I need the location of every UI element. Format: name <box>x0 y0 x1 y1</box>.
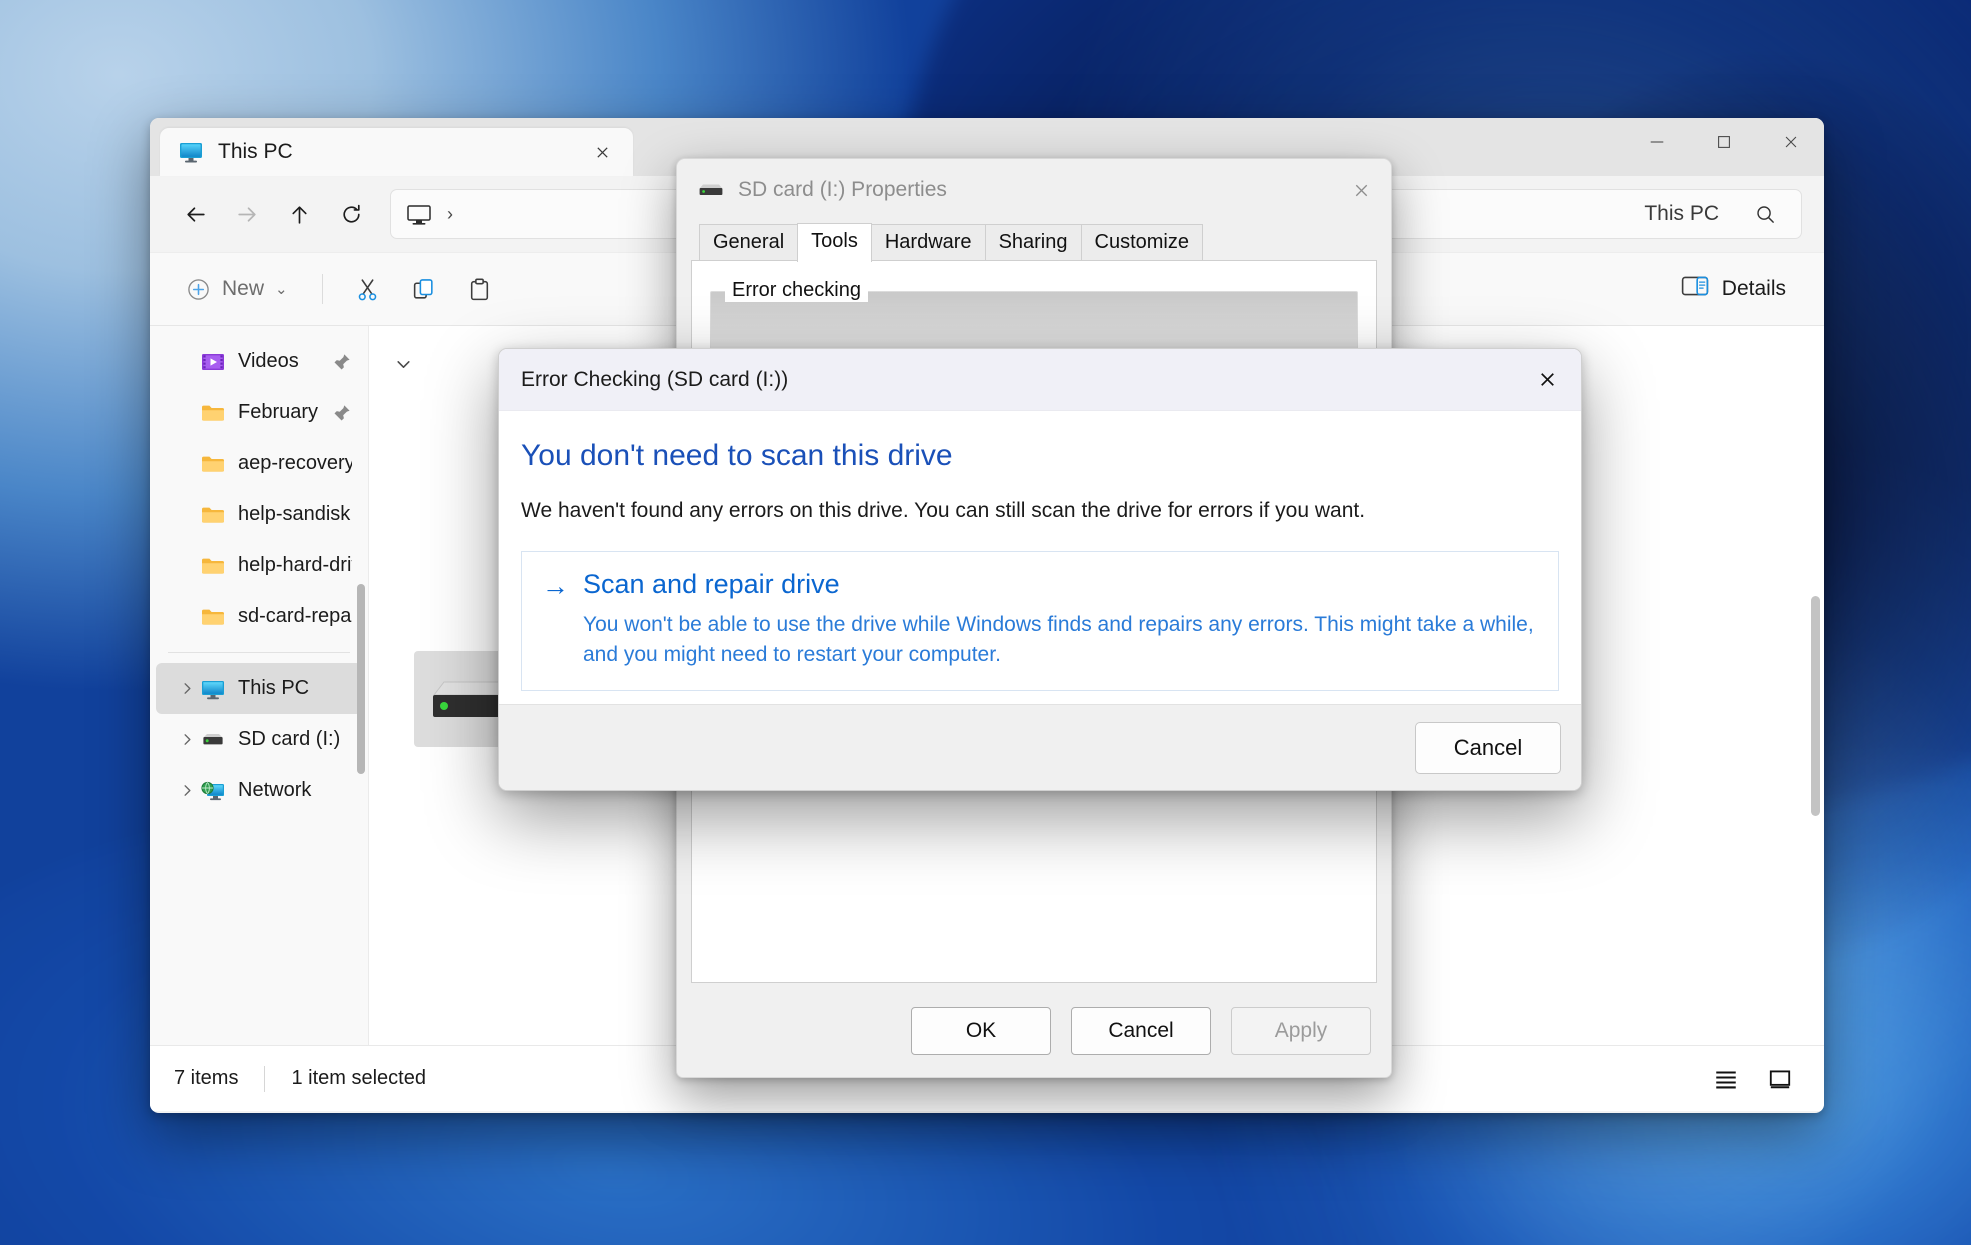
sidebar-scrollbar[interactable] <box>357 584 365 774</box>
properties-title: SD card (I:) Properties <box>738 178 947 201</box>
content-scrollbar[interactable] <box>1811 596 1820 816</box>
error-checking-dialog: Error Checking (SD card (I:)) You don't … <box>498 348 1582 791</box>
refresh-button[interactable] <box>328 191 374 237</box>
minimize-button[interactable] <box>1623 118 1690 166</box>
details-pane-button[interactable]: Details <box>1665 266 1802 312</box>
details-view-icon[interactable] <box>1760 1061 1800 1097</box>
item-count: 7 items <box>174 1067 239 1089</box>
ok-button[interactable]: OK <box>911 1007 1051 1055</box>
tab-hardware[interactable]: Hardware <box>870 224 986 261</box>
address-this-pc-icon <box>405 200 433 228</box>
drive-icon <box>200 727 226 753</box>
folder-icon <box>200 553 226 579</box>
search-icon[interactable] <box>1743 192 1787 236</box>
properties-close-icon[interactable] <box>1331 167 1391 213</box>
sidebar-item-help-sandisk[interactable]: help-sandisk <box>156 489 362 540</box>
details-pane-label: Details <box>1721 277 1786 300</box>
error-checking-titlebar: Error Checking (SD card (I:)) <box>499 349 1581 411</box>
error-checking-subtext: We haven't found any errors on this driv… <box>521 499 1366 522</box>
sidebar-item-label: sd-card-repair <box>238 605 352 627</box>
back-button[interactable] <box>172 191 218 237</box>
error-checking-title: Error Checking (SD card (I:)) <box>521 367 789 391</box>
pin-icon[interactable] <box>332 352 352 372</box>
group-collapse-chevron-icon[interactable] <box>395 356 412 379</box>
expand-chevron-icon[interactable] <box>174 732 200 747</box>
expand-chevron-icon[interactable] <box>174 681 200 696</box>
pin-icon[interactable] <box>332 403 352 423</box>
sidebar-item-label: help-hard-drive <box>238 554 352 576</box>
sidebar-item-february[interactable]: February <box>156 387 362 438</box>
properties-titlebar: SD card (I:) Properties <box>677 159 1391 221</box>
scan-and-repair-action[interactable]: → Scan and repair drive You won't be abl… <box>521 551 1559 691</box>
folder-icon <box>200 502 226 528</box>
sidebar-item-label: February <box>238 401 319 423</box>
sidebar-item-this-pc[interactable]: This PC <box>156 663 362 714</box>
this-pc-icon <box>200 676 226 702</box>
sidebar-item-help-hard-drive[interactable]: help-hard-drive <box>156 540 362 591</box>
tab-close-icon[interactable] <box>585 135 619 169</box>
sidebar-item-videos[interactable]: Videos <box>156 336 362 387</box>
this-pc-icon <box>178 139 204 165</box>
sidebar-item-sd-card[interactable]: SD card (I:) <box>156 714 362 765</box>
error-checking-close-icon[interactable] <box>1513 349 1581 411</box>
sidebar-item-label: help-sandisk <box>238 503 351 525</box>
sidebar-item-sd-card-repair[interactable]: sd-card-repair <box>156 591 362 642</box>
view-toggle-group <box>1706 1061 1800 1097</box>
window-controls <box>1623 118 1824 166</box>
scan-and-repair-link[interactable]: Scan and repair drive <box>583 569 1536 600</box>
breadcrumb-chevron-icon[interactable]: › <box>447 204 453 225</box>
status-divider <box>264 1065 266 1092</box>
folder-icon <box>200 400 226 426</box>
scan-and-repair-description: You won't be able to use the drive while… <box>583 613 1534 666</box>
apply-button[interactable]: Apply <box>1231 1007 1371 1055</box>
paste-icon[interactable] <box>455 266 505 312</box>
selection-count: 1 item selected <box>291 1067 426 1089</box>
cut-icon[interactable] <box>343 266 393 312</box>
sidebar-item-label: This PC <box>238 677 310 699</box>
error-checking-cancel-button[interactable]: Cancel <box>1415 721 1561 774</box>
tab-tools[interactable]: Tools <box>797 223 872 262</box>
folder-icon <box>200 604 226 630</box>
chevron-down-icon[interactable]: ⌄ <box>275 280 288 298</box>
properties-tabstrip: General Tools Hardware Sharing Customize <box>677 221 1391 262</box>
scan-and-repair-text-block: Scan and repair drive You won't be able … <box>583 569 1536 670</box>
error-checking-footer: Cancel <box>499 704 1581 790</box>
sidebar-item-label: aep-recovery <box>238 452 352 474</box>
details-pane-icon <box>1681 274 1709 304</box>
forward-button[interactable] <box>224 191 270 237</box>
properties-footer: OK Cancel Apply <box>677 985 1391 1077</box>
sidebar-item-label: Videos <box>238 350 299 372</box>
arrow-right-icon: → <box>542 571 569 601</box>
new-button[interactable]: New ⌄ <box>172 266 302 312</box>
error-checking-heading: You don't need to scan this drive <box>521 439 953 472</box>
list-view-icon[interactable] <box>1706 1061 1746 1097</box>
network-icon <box>200 778 226 804</box>
drive-icon <box>697 180 725 200</box>
error-checking-body: You don't need to scan this drive We hav… <box>499 411 1581 691</box>
maximize-button[interactable] <box>1690 118 1757 166</box>
explorer-tab-this-pc[interactable]: This PC <box>160 128 633 176</box>
tab-customize[interactable]: Customize <box>1080 224 1203 261</box>
sidebar-item-network[interactable]: Network <box>156 765 362 816</box>
navigation-pane: Videos February aep-recovery help-sandis… <box>150 326 368 1045</box>
sidebar-item-aep-recovery[interactable]: aep-recovery <box>156 438 362 489</box>
sidebar-item-label: SD card (I:) <box>238 728 341 750</box>
new-button-label: New <box>222 277 265 300</box>
expand-chevron-icon[interactable] <box>174 783 200 798</box>
sidebar-divider <box>168 652 350 653</box>
properties-cancel-button[interactable]: Cancel <box>1071 1007 1211 1055</box>
videos-folder-icon <box>200 349 226 375</box>
up-button[interactable] <box>276 191 322 237</box>
close-button[interactable] <box>1757 118 1824 166</box>
tab-general[interactable]: General <box>699 224 799 261</box>
folder-icon <box>200 451 226 477</box>
error-checking-legend: Error checking <box>725 279 868 302</box>
toolbar-divider <box>321 274 323 304</box>
explorer-tab-label: This PC <box>218 140 293 163</box>
copy-icon[interactable] <box>399 266 449 312</box>
tab-sharing[interactable]: Sharing <box>984 224 1082 261</box>
sidebar-item-label: Network <box>238 779 312 801</box>
